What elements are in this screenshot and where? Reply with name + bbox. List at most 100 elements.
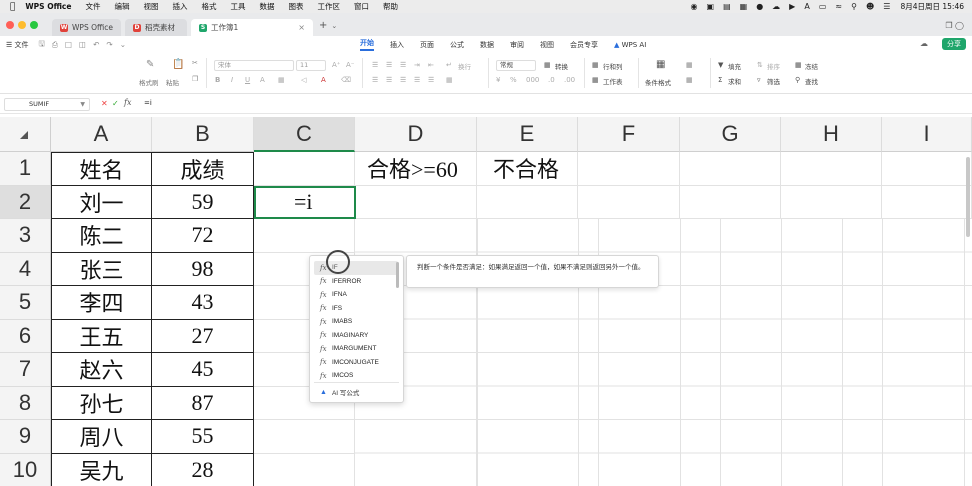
percent-icon[interactable]: % (510, 76, 517, 84)
battery-icon[interactable]: ▭ (819, 2, 827, 11)
cell-b10[interactable]: 28 (152, 453, 254, 486)
app-icon[interactable]: ▦ (740, 2, 748, 11)
row-header-1[interactable]: 1 (0, 152, 51, 186)
apple-icon[interactable]:  (10, 2, 15, 12)
chevron-down-icon[interactable]: ⌄ (331, 22, 337, 30)
cell-h2[interactable] (781, 185, 882, 219)
decrease-decimal-icon[interactable]: .00 (564, 76, 575, 84)
menu-edit[interactable]: 编辑 (114, 1, 129, 12)
new-tab-button[interactable]: + (319, 20, 327, 31)
conditional-format-icon[interactable]: ▦ (656, 59, 665, 70)
cell-a10[interactable]: 吴九 (51, 453, 152, 486)
column-header-e[interactable]: E (477, 117, 578, 152)
cut-icon[interactable]: ✂ (192, 59, 198, 67)
bold-icon[interactable]: B (215, 76, 220, 84)
menu-chart[interactable]: 图表 (288, 1, 303, 12)
close-window-button[interactable] (6, 21, 14, 29)
cell-a4[interactable]: 张三 (51, 252, 152, 286)
font-name-select[interactable]: 宋体 (214, 60, 294, 71)
row-header-7[interactable]: 7 (0, 353, 51, 387)
align-left-icon[interactable]: ☰ (372, 76, 378, 84)
cancel-icon[interactable]: ✕ (101, 99, 108, 108)
wrap-label[interactable]: 换行 (458, 61, 471, 71)
cell-b4[interactable]: 98 (152, 252, 254, 286)
row-header-2[interactable]: 2 (0, 185, 51, 219)
cell-a2[interactable]: 刘一 (51, 185, 152, 219)
menu-file[interactable]: 文件 (85, 1, 100, 12)
cell-a8[interactable]: 孙七 (51, 386, 152, 420)
align-top-icon[interactable]: ☰ (372, 61, 378, 69)
align-right-icon[interactable]: ☰ (400, 76, 406, 84)
close-tab-icon[interactable]: × (292, 23, 305, 32)
thousands-icon[interactable]: 000 (526, 76, 539, 84)
distribute-icon[interactable]: ☰ (428, 76, 434, 84)
tab-wps-office[interactable]: W WPS Office (52, 19, 121, 36)
cell-c10[interactable] (254, 453, 355, 486)
row-header-3[interactable]: 3 (0, 219, 51, 253)
cell-i1[interactable] (882, 152, 972, 186)
underline-icon[interactable]: U (245, 76, 250, 84)
cell-g1[interactable] (680, 152, 781, 186)
cell-b5[interactable]: 43 (152, 286, 254, 320)
column-header-d[interactable]: D (355, 117, 477, 152)
format-painter-icon[interactable]: ✎ (146, 59, 154, 70)
freeze-label[interactable]: 冻结 (805, 61, 818, 71)
rows-cols-icon[interactable]: ▦ (592, 61, 599, 69)
autocomplete-item-ifna[interactable]: fx IFNA (314, 288, 398, 302)
cell-i2[interactable] (882, 185, 972, 219)
autocomplete-scrollbar[interactable] (396, 262, 399, 288)
share-button[interactable]: 分享 (942, 38, 966, 50)
autocomplete-item-imabs[interactable]: fx IMABS (314, 315, 398, 329)
decrease-font-icon[interactable]: A⁻ (346, 61, 354, 69)
align-center-icon[interactable]: ☰ (386, 76, 392, 84)
chevron-down-icon[interactable]: ▼ (80, 99, 85, 110)
cell-h1[interactable] (781, 152, 882, 186)
freeze-icon[interactable]: ▦ (795, 61, 802, 69)
outdent-icon[interactable]: ⇤ (428, 61, 434, 69)
sum-label[interactable]: 求和 (728, 76, 741, 86)
copy-icon[interactable]: ❐ (192, 75, 198, 83)
column-header-c[interactable]: C (254, 117, 355, 152)
print-icon[interactable]: ⎙ (52, 40, 58, 50)
column-header-g[interactable]: G (680, 117, 781, 152)
search-icon[interactable]: ⚲ (851, 2, 857, 11)
name-box[interactable]: SUMIF ▼ (4, 98, 90, 111)
menu-format[interactable]: 格式 (201, 1, 216, 12)
accept-icon[interactable]: ✓ (112, 99, 119, 108)
insert-function-icon[interactable]: fx (124, 98, 131, 107)
wechat-icon[interactable]: ● (756, 2, 763, 11)
cell-e1[interactable]: 不合格 (477, 152, 578, 186)
increase-decimal-icon[interactable]: .0 (548, 76, 555, 84)
font-size-select[interactable]: 11 (296, 60, 326, 71)
zoom-window-button[interactable] (30, 21, 38, 29)
align-bottom-icon[interactable]: ☰ (400, 61, 406, 69)
paste-label[interactable]: 粘贴 (166, 77, 179, 87)
row-header-8[interactable]: 8 (0, 386, 51, 420)
wrap-icon[interactable]: ↵ (446, 61, 452, 69)
fill-label[interactable]: 填充 (728, 61, 741, 71)
cell-a1[interactable]: 姓名 (51, 152, 152, 186)
tab-docer[interactable]: D 稻壳素材 (124, 19, 187, 36)
more-icon[interactable]: ⌄ (120, 40, 126, 49)
border-icon[interactable]: ▦ (278, 76, 285, 84)
column-header-h[interactable]: H (781, 117, 882, 152)
play-icon[interactable]: ▶ (789, 2, 795, 11)
cell-c3[interactable] (254, 219, 355, 253)
row-header-4[interactable]: 4 (0, 252, 51, 286)
clear-icon[interactable]: ⌫ (341, 76, 351, 84)
undo-icon[interactable]: ↶ (93, 40, 99, 49)
minimize-window-button[interactable] (18, 21, 26, 29)
fill-color-icon[interactable]: ◁ (301, 76, 306, 84)
record-icon[interactable]: ◉ (691, 2, 698, 11)
column-header-i[interactable]: I (882, 117, 972, 152)
autocomplete-item-imaginary[interactable]: fx IMAGINARY (314, 329, 398, 343)
worksheet-icon[interactable]: ▦ (592, 76, 599, 84)
menu-workspace[interactable]: 工作区 (317, 1, 340, 12)
screen-icon[interactable]: ▣ (707, 2, 715, 11)
menu-help[interactable]: 帮助 (383, 1, 398, 12)
row-header-10[interactable]: 10 (0, 453, 51, 486)
rows-cols-label[interactable]: 行和列 (603, 61, 623, 71)
image-icon[interactable]: ▤ (723, 2, 731, 11)
column-header-b[interactable]: B (152, 117, 254, 152)
indent-icon[interactable]: ⇥ (414, 61, 420, 69)
